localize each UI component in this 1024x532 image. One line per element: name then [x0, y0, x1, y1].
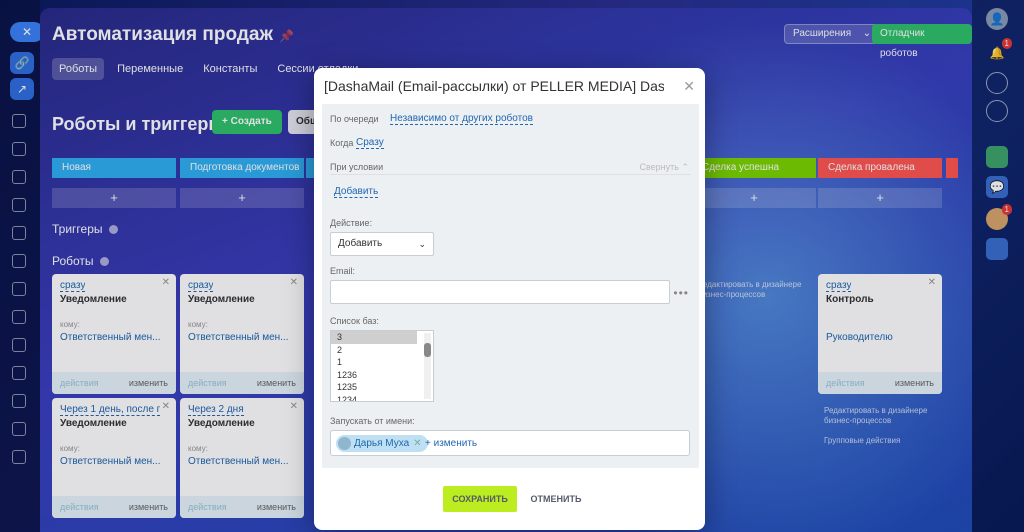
remove-icon[interactable]: ✕	[413, 438, 421, 449]
run-as-field[interactable]: Дарья Муха ✕ + изменить	[330, 430, 690, 456]
cancel-button[interactable]: ОТМЕНИТЬ	[527, 486, 585, 512]
email-label: Email:	[330, 266, 356, 276]
more-icon[interactable]: •••	[673, 286, 689, 300]
divider	[330, 174, 691, 175]
collapse-link[interactable]: Свернуть ⌃	[639, 162, 689, 173]
lists-select[interactable]: 3 2 1 1236 1235 1234	[330, 330, 434, 402]
user-chip[interactable]: Дарья Муха ✕	[336, 435, 428, 452]
robot-settings-modal: [DashaMail (Email-рассылки) от PELLER ME…	[314, 68, 705, 530]
list-option[interactable]: 1235	[331, 381, 433, 394]
user-avatar-icon	[338, 437, 351, 450]
lists-label: Список баз:	[330, 316, 379, 326]
condition-label: При условии	[330, 162, 384, 172]
run-as-label: Запускать от имени:	[330, 416, 415, 426]
queue-label: По очереди	[330, 114, 379, 124]
save-button[interactable]: СОХРАНИТЬ	[443, 486, 517, 512]
when-label: Когда	[330, 138, 354, 148]
list-option[interactable]: 1	[331, 356, 433, 369]
list-option[interactable]: 3	[331, 331, 417, 344]
change-user-link[interactable]: + изменить	[425, 438, 477, 449]
modal-body: По очереди Независимо от других роботов …	[322, 104, 699, 468]
list-option[interactable]: 2	[331, 344, 433, 357]
modal-footer: СОХРАНИТЬ ОТМЕНИТЬ	[314, 472, 705, 530]
list-option[interactable]: 1236	[331, 369, 433, 382]
scrollbar-thumb[interactable]	[424, 343, 431, 357]
chevron-up-icon: ⌃	[681, 162, 689, 172]
action-select[interactable]: Добавить ⌄	[330, 232, 434, 256]
when-link[interactable]: Сразу	[356, 137, 384, 149]
chevron-down-icon: ⌄	[418, 239, 426, 249]
close-icon[interactable]: ✕	[683, 78, 695, 95]
modal-title: [DashaMail (Email-рассылки) от PELLER ME…	[324, 78, 664, 94]
add-condition-link[interactable]: Добавить	[334, 186, 379, 198]
list-option[interactable]: 1234	[331, 394, 433, 402]
queue-mode-link[interactable]: Независимо от других роботов	[390, 113, 533, 125]
action-label: Действие:	[330, 218, 373, 228]
email-field[interactable]	[330, 280, 670, 304]
